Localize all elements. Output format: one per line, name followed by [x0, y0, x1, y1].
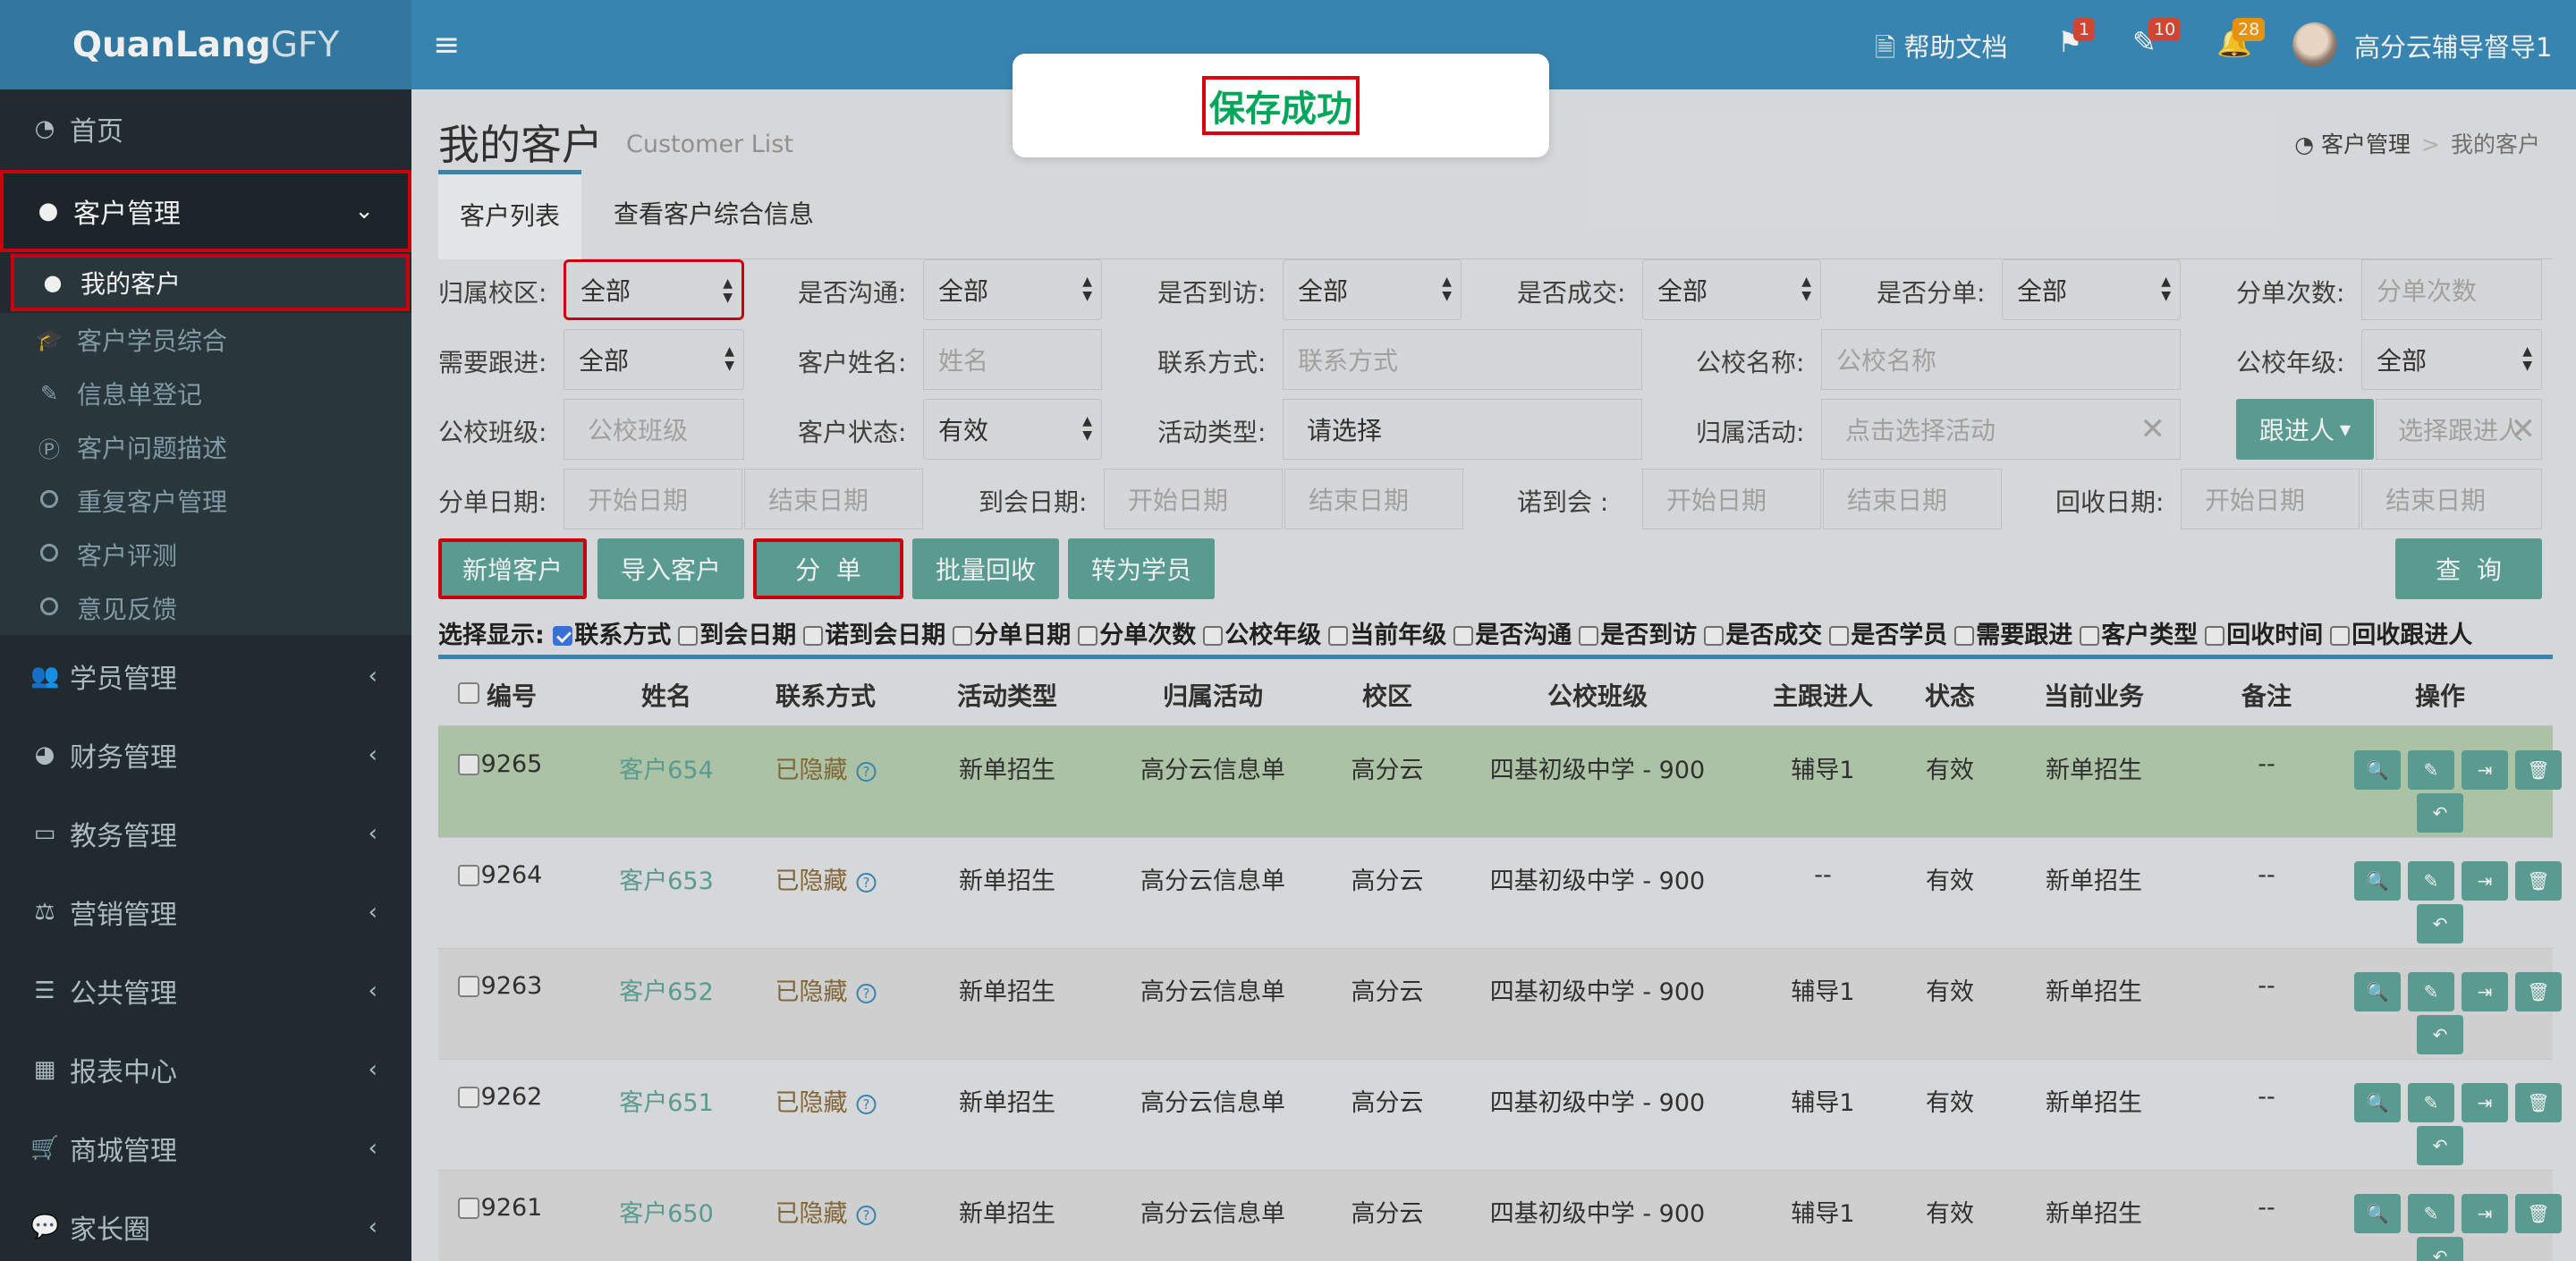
modal-overlay: 保存成功	[0, 0, 2576, 1261]
success-toast: 保存成功	[1013, 54, 1549, 157]
toast-message: 保存成功	[1202, 76, 1360, 135]
